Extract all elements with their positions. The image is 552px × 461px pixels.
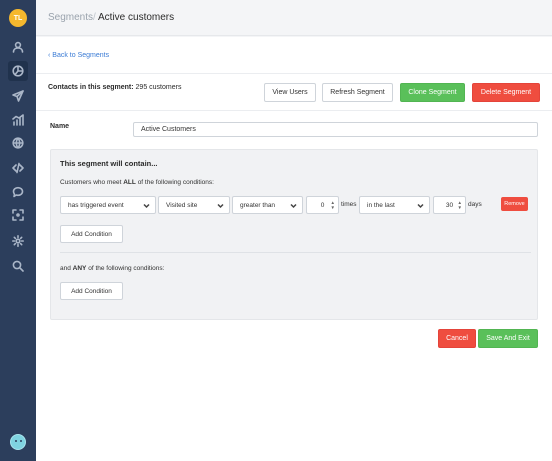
event-name-value: Visited site bbox=[166, 201, 198, 209]
any-suffix: of the following conditions: bbox=[88, 265, 165, 272]
globe-icon[interactable] bbox=[8, 133, 28, 153]
contacts-count: 295 customers bbox=[135, 84, 182, 91]
sidebar: TL bbox=[0, 0, 36, 461]
divider bbox=[60, 252, 531, 253]
save-and-exit-button[interactable]: Save And Exit bbox=[478, 329, 538, 348]
segment-name-input[interactable]: Active Customers bbox=[133, 122, 538, 137]
time-window-select[interactable]: in the last bbox=[359, 196, 430, 214]
any-keyword: ANY bbox=[72, 265, 87, 272]
chevron-down-icon bbox=[417, 202, 424, 209]
main-content: ‹ Back to Segments Contacts in this segm… bbox=[36, 37, 552, 461]
all-keyword: ALL bbox=[123, 179, 136, 186]
name-label: Name bbox=[50, 123, 70, 130]
view-users-button[interactable]: View Users bbox=[264, 83, 316, 102]
back-to-segments-link[interactable]: ‹ Back to Segments bbox=[48, 52, 109, 59]
contacts-label: Contacts in this segment: bbox=[48, 84, 134, 91]
comparator-select[interactable]: greater than bbox=[232, 196, 303, 214]
any-conditions-label: and ANY of the following conditions: bbox=[60, 265, 164, 272]
time-window-value: in the last bbox=[367, 201, 395, 209]
contacts-summary: Contacts in this segment: 295 customers bbox=[48, 84, 181, 91]
chevron-down-icon bbox=[217, 202, 224, 209]
breadcrumb-separator: / bbox=[93, 12, 96, 23]
remove-condition-button[interactable]: Remove bbox=[501, 197, 528, 211]
chart-icon[interactable] bbox=[8, 110, 28, 130]
duration-unit-label: days bbox=[468, 201, 482, 208]
count-value: 0 bbox=[320, 201, 325, 209]
cancel-button[interactable]: Cancel bbox=[438, 329, 476, 348]
chevron-down-icon bbox=[290, 202, 297, 209]
duration-value: 30 bbox=[445, 201, 454, 209]
top-bar: Segments / Active customers bbox=[36, 0, 552, 36]
all-suffix: of the following conditions: bbox=[137, 179, 214, 186]
event-name-select[interactable]: Visited site bbox=[158, 196, 230, 214]
duration-stepper[interactable]: 30 ▲ ▼ bbox=[433, 196, 466, 214]
add-any-condition-button[interactable]: Add Condition bbox=[60, 282, 123, 300]
chat-icon[interactable] bbox=[8, 182, 28, 202]
all-prefix: Customers who meet bbox=[60, 179, 122, 186]
divider bbox=[36, 73, 552, 74]
count-stepper[interactable]: 0 ▲ ▼ bbox=[306, 196, 339, 214]
user-icon[interactable] bbox=[8, 37, 28, 57]
gear-icon[interactable] bbox=[8, 231, 28, 251]
search-icon[interactable] bbox=[8, 256, 28, 276]
chevron-down-icon bbox=[143, 202, 150, 209]
send-icon[interactable] bbox=[8, 86, 28, 106]
any-prefix: and bbox=[60, 265, 71, 272]
refresh-segment-button[interactable]: Refresh Segment bbox=[322, 83, 393, 102]
divider bbox=[36, 110, 552, 111]
page-title: Active customers bbox=[98, 12, 175, 23]
comparator-value: greater than bbox=[240, 201, 276, 209]
event-type-value: has triggered event bbox=[68, 201, 124, 209]
add-all-condition-button[interactable]: Add Condition bbox=[60, 225, 123, 243]
segment-rules-panel: This segment will contain... Customers w… bbox=[50, 149, 538, 320]
segments-icon[interactable] bbox=[8, 61, 28, 81]
event-type-select[interactable]: has triggered event bbox=[60, 196, 156, 214]
breadcrumb-segments-link[interactable]: Segments bbox=[48, 12, 93, 23]
clone-segment-button[interactable]: Clone Segment bbox=[400, 83, 465, 102]
stepper-arrows-icon[interactable]: ▲ ▼ bbox=[331, 200, 335, 210]
count-unit-label: times bbox=[341, 201, 357, 208]
expand-icon[interactable] bbox=[8, 205, 28, 225]
code-icon[interactable] bbox=[8, 158, 28, 178]
all-conditions-label: Customers who meet ALL of the following … bbox=[60, 179, 214, 186]
app-logo[interactable]: TL bbox=[9, 9, 27, 27]
segment-rules-title: This segment will contain... bbox=[60, 159, 158, 168]
avatar[interactable] bbox=[10, 434, 26, 450]
delete-segment-button[interactable]: Delete Segment bbox=[472, 83, 540, 102]
stepper-arrows-icon[interactable]: ▲ ▼ bbox=[458, 200, 462, 210]
